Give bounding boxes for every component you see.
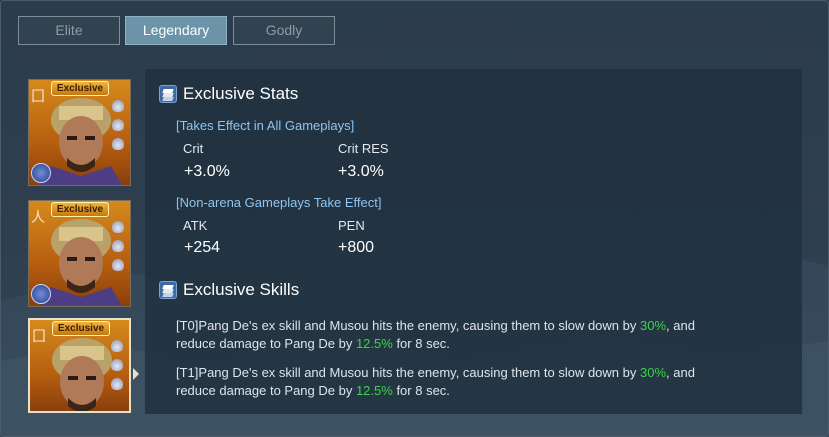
skill-text: reduce damage to Pang De by (176, 336, 356, 351)
skill-text: reduce damage to Pang De by (176, 383, 356, 398)
skill-text: for 8 sec. (392, 383, 450, 398)
exclusive-badge: Exclusive (51, 202, 109, 217)
flame-icons (112, 221, 126, 278)
skill-text: [T0]Pang De's ex skill and Musou hits th… (176, 318, 640, 333)
stat-value-crit-res: +3.0% (338, 163, 384, 180)
tab-godly[interactable]: Godly (233, 16, 335, 45)
stat-name-crit-res: Crit RES (338, 141, 389, 156)
skill-text: [T1]Pang De's ex skill and Musou hits th… (176, 365, 640, 380)
emblem-icon (31, 163, 51, 183)
skill-text: , and (666, 318, 695, 333)
weapon-portrait-2[interactable]: Exclusive ⼈ (28, 200, 131, 307)
dialog-frame: Elite Legendary Godly Exclusive ⼞ Exclus… (0, 0, 829, 437)
skill-text: , and (666, 365, 695, 380)
slow-percent: 30% (639, 318, 667, 333)
exclusive-skills-heading: Exclusive Skills (159, 279, 299, 301)
stat-value-pen: +800 (338, 239, 375, 256)
emblem-icon (31, 284, 51, 304)
skill-text: for 8 sec. (392, 336, 450, 351)
section-title-text: Exclusive Stats (183, 84, 299, 103)
skill-t1: [T1]Pang De's ex skill and Musou hits th… (176, 364, 776, 400)
weapon-portrait-3[interactable]: Exclusive ⼞ (28, 318, 131, 413)
flame-icons (111, 340, 125, 397)
weapon-portrait-1[interactable]: Exclusive ⼞ (28, 79, 131, 186)
group-header-non-arena: [Non-arena Gameplays Take Effect] (176, 195, 382, 210)
flame-icons (112, 100, 126, 157)
tab-elite[interactable]: Elite (18, 16, 120, 45)
rank-glyph-icon: ⼈ (31, 210, 45, 226)
tab-legendary[interactable]: Legendary (125, 16, 227, 45)
selected-arrow-icon (133, 368, 139, 380)
skill-t0: [T0]Pang De's ex skill and Musou hits th… (176, 317, 776, 353)
group-header-all: [Takes Effect in All Gameplays] (176, 118, 355, 133)
layers-icon (159, 281, 177, 299)
rank-glyph-icon: ⼞ (32, 329, 46, 345)
reduce-percent: 12.5% (355, 383, 393, 398)
stat-name-atk: ATK (183, 218, 208, 233)
stat-value-atk: +254 (184, 239, 221, 256)
stat-name-pen: PEN (338, 218, 365, 233)
section-title-text: Exclusive Skills (183, 280, 300, 299)
stat-name-crit: Crit (183, 141, 204, 156)
rank-glyph-icon: ⼞ (31, 89, 45, 105)
exclusive-stats-heading: Exclusive Stats (159, 83, 298, 105)
layers-icon (159, 85, 177, 103)
reduce-percent: 12.5% (355, 336, 393, 351)
exclusive-badge: Exclusive (51, 81, 109, 96)
slow-percent: 30% (639, 365, 667, 380)
stat-value-crit: +3.0% (184, 163, 230, 180)
exclusive-badge: Exclusive (52, 321, 110, 336)
details-panel: Exclusive Stats [Takes Effect in All Gam… (145, 69, 802, 414)
